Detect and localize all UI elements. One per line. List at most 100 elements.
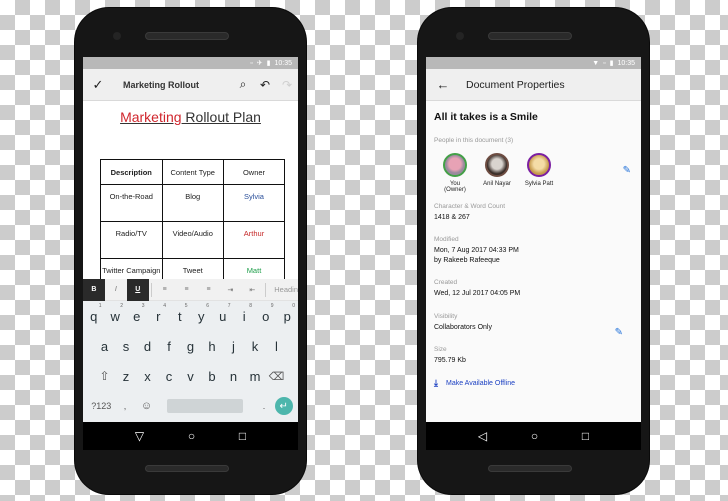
space-bar[interactable] [167, 399, 244, 413]
key-h[interactable]: h [201, 339, 223, 354]
battery-icon: ▮ [609, 59, 614, 67]
key-c[interactable]: c [158, 369, 180, 384]
back-arrow-icon[interactable]: ← [426, 77, 460, 92]
key-label: r [156, 308, 161, 324]
properties-app-bar: ← Document Properties [426, 69, 641, 101]
key-o[interactable]: 9o [255, 303, 277, 324]
front-camera [113, 32, 121, 40]
modified-by: by Rakeeb Rafeeque [434, 256, 500, 264]
document-table[interactable]: Description Content Type Owner On-the-Ro… [100, 159, 286, 296]
android-nav-bar: ▽ ○ □ [83, 422, 298, 450]
status-time: 10:35 [617, 59, 635, 67]
bottom-speaker [488, 465, 572, 472]
key-y[interactable]: 6y [191, 303, 213, 324]
undo-icon[interactable]: ↶ [254, 78, 276, 92]
manage-people-icon[interactable]: ✎ [623, 165, 631, 176]
make-offline-button[interactable]: ⤓ Make Available Offline [434, 378, 633, 389]
nav-home-icon[interactable]: ○ [531, 429, 538, 443]
key-hint: 1 [98, 302, 102, 309]
key-z[interactable]: z [115, 369, 137, 384]
table-cell-owner[interactable]: Sylvia [222, 184, 286, 222]
symbols-key[interactable]: ?123 [88, 401, 114, 411]
key-b[interactable]: b [201, 369, 223, 384]
outdent-icon[interactable]: ⇤ [241, 279, 263, 301]
key-label: e [133, 308, 141, 324]
keyboard-row-3: ⇧ z x c v b n m ⌫ [83, 361, 298, 391]
enter-icon[interactable]: ↵ [274, 397, 293, 415]
key-period[interactable]: . [253, 401, 275, 411]
nav-recents-icon[interactable]: □ [239, 429, 246, 443]
key-k[interactable]: k [244, 339, 266, 354]
key-a[interactable]: a [94, 339, 116, 354]
underline-button[interactable]: U [126, 278, 149, 301]
key-r[interactable]: 4r [148, 303, 170, 324]
key-comma[interactable]: , [114, 401, 136, 411]
indent-icon[interactable]: ⇥ [219, 279, 241, 301]
emoji-icon[interactable]: ☺ [136, 400, 158, 412]
key-p[interactable]: 0p [277, 303, 299, 324]
person-name: Anil Nayar [483, 181, 511, 187]
key-w[interactable]: 2w [105, 303, 127, 324]
person-anil-nayar[interactable]: Anil Nayar [476, 153, 518, 187]
table-cell-owner[interactable]: Arthur [222, 221, 286, 259]
make-offline-label: Make Available Offline [445, 379, 515, 387]
key-label: y [198, 308, 205, 324]
nav-back-icon[interactable]: ◁ [478, 429, 487, 443]
key-f[interactable]: f [158, 339, 180, 354]
redo-icon[interactable]: ↷ [276, 78, 298, 92]
table-header-cell[interactable]: Content Type [161, 159, 224, 185]
keyboard-row-1: 1q 2w 3e 4r 5t 6y 7u 8i 9o 0p [83, 301, 298, 331]
nav-home-icon[interactable]: ○ [188, 429, 195, 443]
key-q[interactable]: 1q [83, 303, 105, 324]
key-hint: 4 [163, 302, 166, 309]
heading-highlight: Marketing [120, 109, 182, 125]
align-center-icon[interactable]: ≡ [176, 279, 198, 301]
key-u[interactable]: 7u [212, 303, 234, 324]
key-v[interactable]: v [180, 369, 202, 384]
align-right-icon[interactable]: ≡ [198, 279, 220, 301]
key-hint: 6 [206, 302, 209, 309]
visibility-section: Visibility Collaborators Only ✎ [434, 313, 633, 338]
table-header-row: Description Content Type Owner [100, 159, 286, 185]
table-cell[interactable]: Video/Audio [161, 221, 224, 259]
people-label: People in this document (3) [434, 137, 514, 144]
char-word-value: 1418 & 267 [434, 214, 470, 221]
nav-recents-icon[interactable]: □ [582, 429, 589, 443]
key-s[interactable]: s [115, 339, 137, 354]
bold-button[interactable]: B [83, 278, 105, 301]
nav-back-icon[interactable]: ▽ [135, 429, 144, 443]
person-you[interactable]: You (Owner) [434, 153, 476, 193]
key-x[interactable]: x [137, 369, 159, 384]
key-l[interactable]: l [266, 339, 288, 354]
key-label: u [219, 308, 227, 324]
key-g[interactable]: g [180, 339, 202, 354]
key-n[interactable]: n [223, 369, 245, 384]
key-m[interactable]: m [244, 369, 266, 384]
edit-visibility-icon[interactable]: ✎ [615, 327, 623, 338]
search-icon[interactable]: ⌕ [232, 77, 254, 92]
table-header-cell[interactable]: Description [100, 159, 163, 185]
status-bar: ▫ ✈ ▮ 10:35 [83, 57, 298, 69]
phone-right: ▼ ▫ ▮ 10:35 ← Document Properties All it… [418, 8, 649, 494]
table-cell[interactable]: On-the-Road [100, 184, 163, 222]
key-hint: 8 [249, 302, 252, 309]
table-cell[interactable]: Radio/TV [100, 221, 163, 259]
key-e[interactable]: 3e [126, 303, 148, 324]
shift-icon[interactable]: ⇧ [94, 369, 116, 383]
person-sylvia-patt[interactable]: Sylvia Patt [518, 153, 560, 187]
key-label: q [90, 308, 98, 324]
key-label: i [242, 308, 246, 324]
backspace-icon[interactable]: ⌫ [266, 370, 288, 383]
key-i[interactable]: 8i [234, 303, 256, 324]
italic-button[interactable]: I [105, 279, 127, 301]
key-t[interactable]: 5t [169, 303, 191, 324]
key-d[interactable]: d [137, 339, 159, 354]
table-header-cell[interactable]: Owner [222, 159, 286, 185]
heading-style-button[interactable]: Headin [268, 285, 298, 294]
table-cell[interactable]: Blog [161, 184, 224, 222]
document-body[interactable]: Marketing Rollout Plan Description Conte… [83, 101, 298, 296]
created-value: Wed, 12 Jul 2017 04:05 PM [434, 290, 521, 298]
check-icon[interactable]: ✓ [83, 77, 113, 93]
align-left-icon[interactable]: ≡ [154, 279, 176, 301]
key-j[interactable]: j [223, 339, 245, 354]
